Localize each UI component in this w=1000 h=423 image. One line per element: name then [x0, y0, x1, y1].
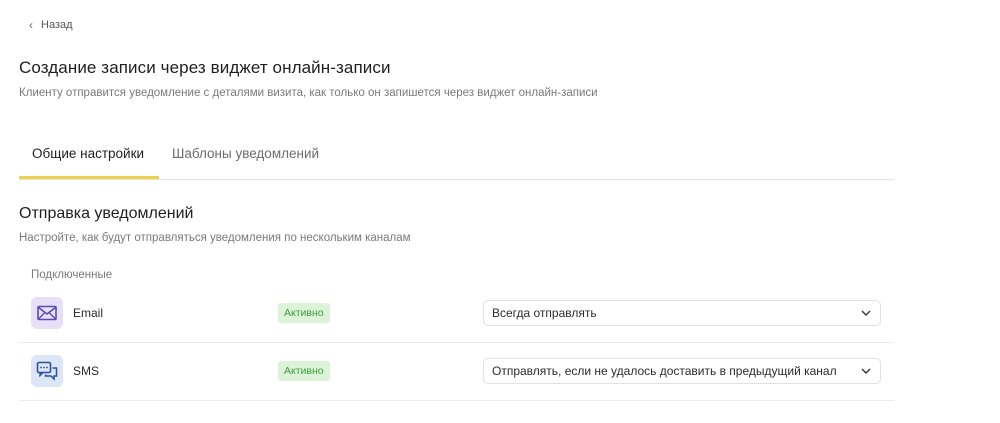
tab-general-settings[interactable]: Общие настройки — [19, 135, 159, 179]
tab-notification-templates[interactable]: Шаблоны уведомлений — [159, 135, 332, 179]
page-subtitle: Клиенту отправится уведомление с деталям… — [19, 87, 598, 99]
select-value: Всегда отправлять — [492, 306, 597, 320]
tab-bar: Общие настройки Шаблоны уведомлений — [19, 135, 894, 180]
envelope-icon — [31, 297, 63, 329]
section-title: Отправка уведомлений — [19, 205, 194, 222]
channel-name: Email — [73, 306, 104, 320]
send-mode-select-email[interactable]: Всегда отправлять — [483, 300, 881, 326]
back-link[interactable]: ‹ Назад — [29, 19, 73, 31]
page-title: Создание записи через виджет онлайн-запи… — [19, 58, 391, 77]
channel-row-email: Email Активно Всегда отправлять — [19, 285, 894, 343]
chevron-left-icon: ‹ — [29, 18, 33, 32]
chevron-down-icon — [852, 368, 880, 374]
select-value: Отправлять, если не удалось доставить в … — [492, 364, 837, 378]
status-badge: Активно — [278, 303, 330, 323]
section-subtitle: Настройте, как будут отправляться уведом… — [19, 232, 411, 244]
back-link-label: Назад — [41, 19, 73, 31]
connected-group-label: Подключенные — [31, 269, 113, 281]
send-mode-select-sms[interactable]: Отправлять, если не удалось доставить в … — [483, 358, 881, 384]
channel-name: SMS — [73, 364, 100, 378]
status-badge: Активно — [278, 361, 330, 381]
chat-bubbles-icon — [31, 355, 63, 387]
chevron-down-icon — [852, 310, 880, 316]
channel-row-sms: SMS Активно Отправлять, если не удалось … — [19, 343, 894, 401]
